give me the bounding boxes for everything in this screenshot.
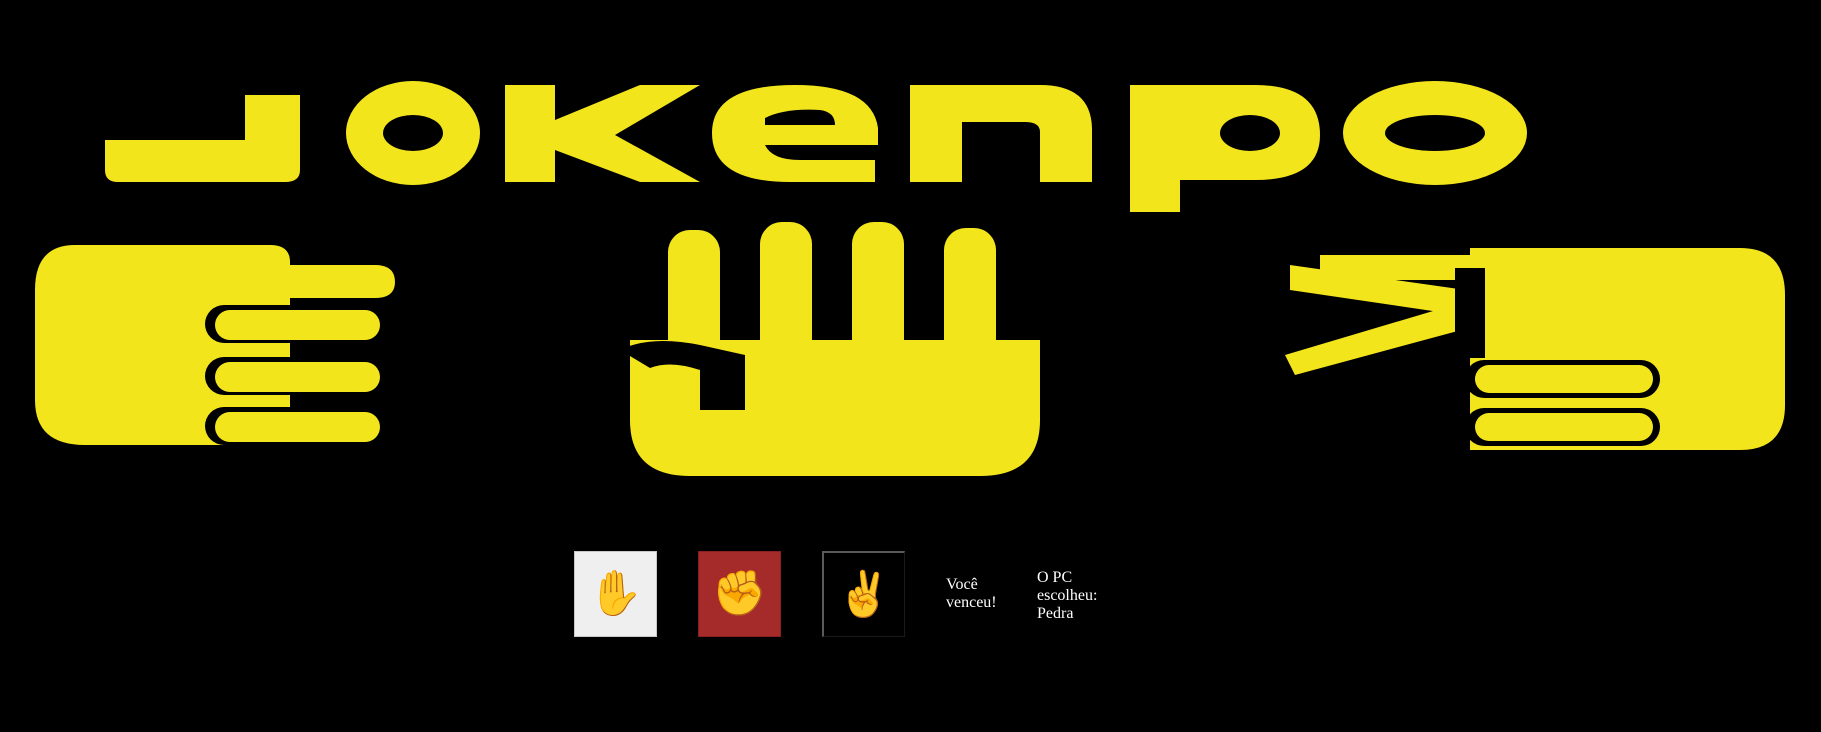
- pc-choice-value: Pedra: [1037, 605, 1074, 622]
- raised-hand-icon: ✋: [588, 568, 643, 619]
- result-line-2: venceu!: [946, 594, 997, 611]
- result-message: Você venceu!: [946, 576, 1016, 612]
- victory-hand-icon: ✌️: [836, 568, 892, 620]
- jokenpo-banner: [0, 0, 1821, 500]
- paper-button[interactable]: ✋: [574, 551, 657, 637]
- logo-letter-e: [712, 85, 878, 182]
- pc-choice-message: O PC escolheu: Pedra: [1037, 569, 1117, 623]
- rock-button[interactable]: ✊: [698, 551, 781, 637]
- game-page: ✋ ✊ ✌️ Você venceu! O PC escolheu: Pedra: [0, 0, 1821, 732]
- scissors-button[interactable]: ✌️: [822, 551, 905, 637]
- raised-fist-icon: ✊: [712, 568, 767, 619]
- game-controls: ✋ ✊ ✌️ Você venceu! O PC escolheu: Pedra: [574, 551, 1174, 641]
- result-line-1: Você: [946, 576, 978, 593]
- pc-choice-line-2: escolheu:: [1037, 587, 1098, 604]
- jokenpo-logo: [0, 0, 1821, 500]
- pc-choice-line-1: O PC: [1037, 569, 1073, 586]
